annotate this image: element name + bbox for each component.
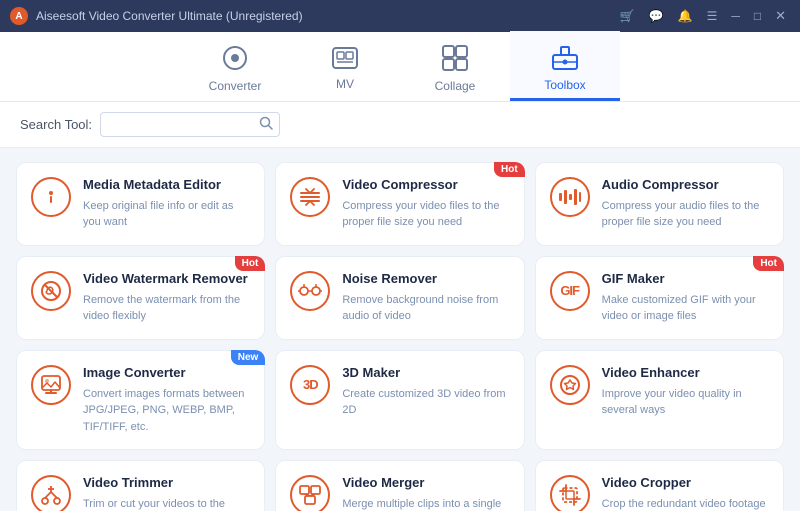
tool-name: 3D Maker: [342, 365, 509, 382]
tool-info-noise-remover: Noise Remover Remove background noise fr…: [342, 271, 509, 325]
media-metadata-editor-icon: [31, 177, 71, 217]
tool-name: Noise Remover: [342, 271, 509, 288]
tool-desc: Create customized 3D video from 2D: [342, 386, 509, 419]
title-bar: A Aiseesoft Video Converter Ultimate (Un…: [0, 0, 800, 32]
collage-icon: [442, 45, 468, 75]
tool-name: Video Enhancer: [602, 365, 769, 382]
tool-name: Video Watermark Remover: [83, 271, 250, 288]
3d-maker-icon: 3D: [290, 365, 330, 405]
tool-name: Audio Compressor: [602, 177, 769, 194]
badge-hot: Hot: [494, 162, 525, 177]
tool-desc: Make customized GIF with your video or i…: [602, 292, 769, 325]
tool-name: Media Metadata Editor: [83, 177, 250, 194]
badge-new: New: [231, 350, 266, 365]
tool-desc: Keep original file info or edit as you w…: [83, 198, 250, 231]
chat-icon[interactable]: 💬: [645, 7, 668, 25]
converter-icon: [222, 45, 248, 75]
search-input-wrap[interactable]: [100, 112, 280, 137]
search-icon: [259, 116, 273, 133]
tab-mv-label: MV: [336, 77, 354, 91]
tool-info-video-cropper: Video Cropper Crop the redundant video f…: [602, 475, 769, 511]
tool-name: Video Trimmer: [83, 475, 250, 492]
tool-info-video-trimmer: Video Trimmer Trim or cut your videos to…: [83, 475, 250, 511]
tool-card-image-converter[interactable]: New Image Converter Convert images forma…: [16, 350, 265, 450]
tab-toolbox-label: Toolbox: [544, 78, 585, 92]
tool-info-video-merger: Video Merger Merge multiple clips into a…: [342, 475, 509, 511]
tool-info-gif-maker: GIF Maker Make customized GIF with your …: [602, 271, 769, 325]
tool-card-noise-remover[interactable]: Noise Remover Remove background noise fr…: [275, 256, 524, 340]
tool-desc: Convert images formats between JPG/JPEG,…: [83, 386, 250, 436]
video-merger-icon: [290, 475, 330, 511]
noise-remover-icon: [290, 271, 330, 311]
tool-name: Video Compressor: [342, 177, 509, 194]
tools-grid: Media Metadata Editor Keep original file…: [0, 148, 800, 511]
nav-tabs: Converter MV Collage: [0, 32, 800, 102]
tool-info-3d-maker: 3D Maker Create customized 3D video from…: [342, 365, 509, 419]
video-trimmer-icon: [31, 475, 71, 511]
tool-card-3d-maker[interactable]: 3D 3D Maker Create customized 3D video f…: [275, 350, 524, 450]
toolbox-icon: [552, 46, 578, 74]
tab-collage-label: Collage: [435, 79, 476, 93]
tool-card-video-cropper[interactable]: Video Cropper Crop the redundant video f…: [535, 460, 784, 511]
tool-card-video-merger[interactable]: Video Merger Merge multiple clips into a…: [275, 460, 524, 511]
image-converter-icon: [31, 365, 71, 405]
badge-hot: Hot: [753, 256, 784, 271]
video-enhancer-icon: [550, 365, 590, 405]
video-cropper-icon: [550, 475, 590, 511]
search-label: Search Tool:: [20, 117, 92, 132]
notification-icon[interactable]: 🔔: [674, 7, 697, 25]
tool-card-audio-compressor[interactable]: Audio Compressor Compress your audio fil…: [535, 162, 784, 246]
tool-desc: Trim or cut your videos to the perfect l…: [83, 496, 250, 511]
tool-card-video-watermark-remover[interactable]: Hot Video Watermark Remover Remove the w…: [16, 256, 265, 340]
tab-collage[interactable]: Collage: [400, 31, 510, 101]
tab-toolbox[interactable]: Toolbox: [510, 31, 620, 101]
search-input[interactable]: [109, 118, 259, 132]
badge-hot: Hot: [235, 256, 266, 271]
tab-mv[interactable]: MV: [290, 31, 400, 101]
tool-card-video-trimmer[interactable]: Video Trimmer Trim or cut your videos to…: [16, 460, 265, 511]
search-bar: Search Tool:: [0, 102, 800, 148]
tool-name: Video Cropper: [602, 475, 769, 492]
tab-converter[interactable]: Converter: [180, 31, 290, 101]
maximize-button[interactable]: □: [750, 7, 765, 25]
close-button[interactable]: ✕: [771, 6, 790, 26]
menu-icon[interactable]: ☰: [703, 7, 722, 25]
tool-desc: Remove background noise from audio of vi…: [342, 292, 509, 325]
tab-converter-label: Converter: [209, 79, 262, 93]
tool-info-image-converter: Image Converter Convert images formats b…: [83, 365, 250, 435]
tool-info-media-metadata-editor: Media Metadata Editor Keep original file…: [83, 177, 250, 231]
tool-desc: Remove the watermark from the video flex…: [83, 292, 250, 325]
tool-info-video-watermark-remover: Video Watermark Remover Remove the water…: [83, 271, 250, 325]
tool-info-video-enhancer: Video Enhancer Improve your video qualit…: [602, 365, 769, 419]
cart-icon[interactable]: 🛒: [616, 7, 639, 25]
tool-desc: Compress your video files to the proper …: [342, 198, 509, 231]
tool-desc: Crop the redundant video footage: [602, 496, 769, 511]
tool-card-media-metadata-editor[interactable]: Media Metadata Editor Keep original file…: [16, 162, 265, 246]
tool-name: Video Merger: [342, 475, 509, 492]
app-title: Aiseesoft Video Converter Ultimate (Unre…: [36, 9, 616, 23]
audio-compressor-icon: [550, 177, 590, 217]
tool-info-video-compressor: Video Compressor Compress your video fil…: [342, 177, 509, 231]
video-compressor-icon: [290, 177, 330, 217]
tool-card-gif-maker[interactable]: Hot GIF GIF Maker Make customized GIF wi…: [535, 256, 784, 340]
tool-name: GIF Maker: [602, 271, 769, 288]
tool-desc: Compress your audio files to the proper …: [602, 198, 769, 231]
window-controls[interactable]: 🛒 💬 🔔 ☰ ─ □ ✕: [616, 6, 790, 26]
gif-maker-icon: GIF: [550, 271, 590, 311]
tool-name: Image Converter: [83, 365, 250, 382]
minimize-button[interactable]: ─: [727, 7, 744, 25]
app-logo: A: [10, 7, 28, 25]
tool-desc: Improve your video quality in several wa…: [602, 386, 769, 419]
tool-card-video-enhancer[interactable]: Video Enhancer Improve your video qualit…: [535, 350, 784, 450]
tool-desc: Merge multiple clips into a single piece: [342, 496, 509, 511]
video-watermark-remover-icon: [31, 271, 71, 311]
mv-icon: [332, 47, 358, 73]
tool-card-video-compressor[interactable]: Hot Video Compressor Compress your video…: [275, 162, 524, 246]
tool-info-audio-compressor: Audio Compressor Compress your audio fil…: [602, 177, 769, 231]
